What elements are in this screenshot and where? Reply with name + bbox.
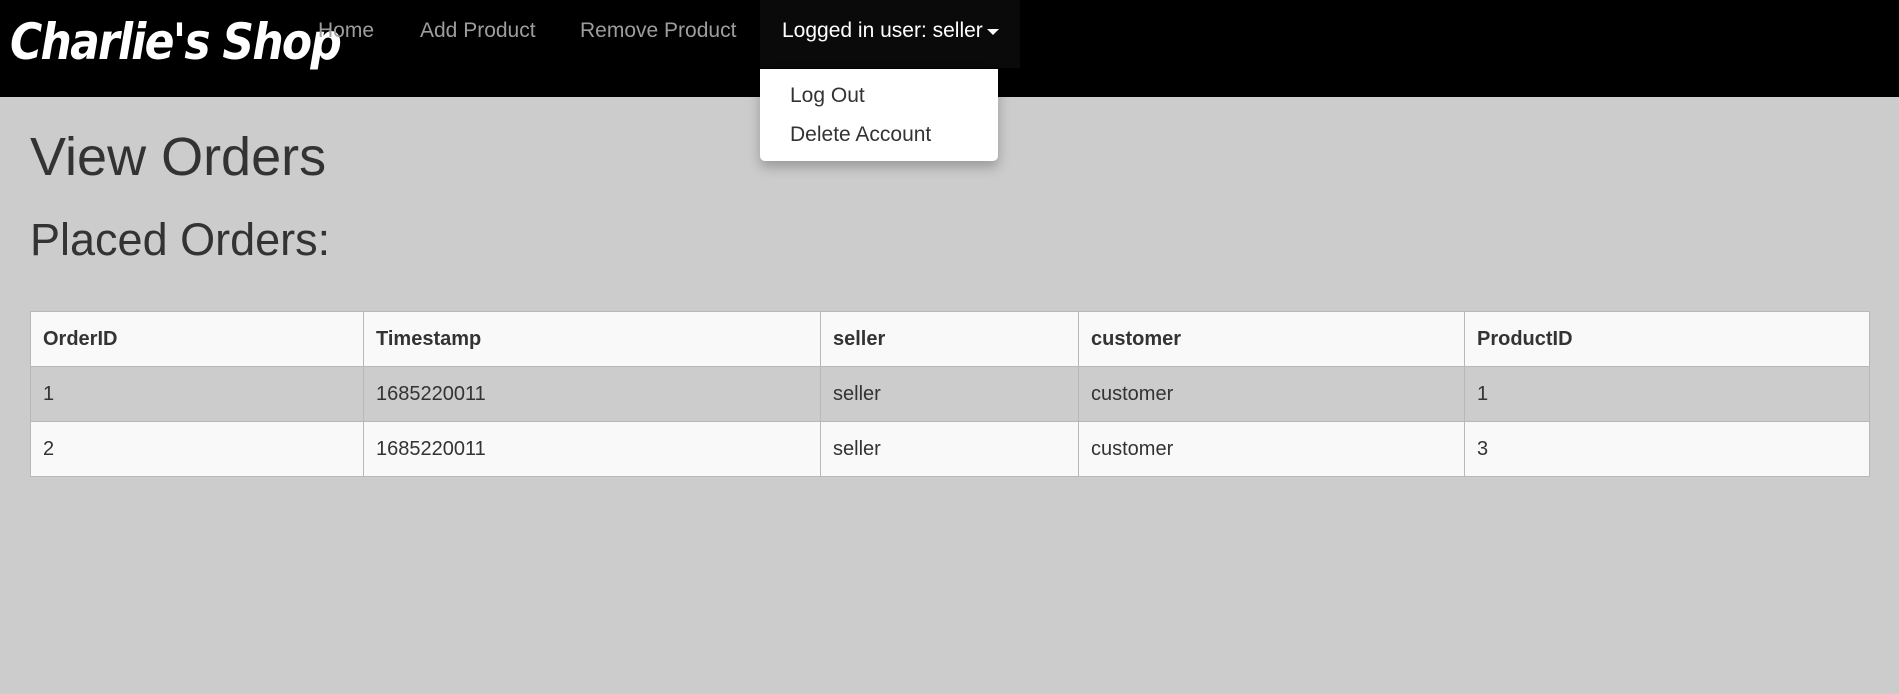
table-row: 2 1685220011 seller customer 3 xyxy=(30,421,1870,477)
header-orderid: OrderID xyxy=(30,311,364,367)
orders-table: OrderID Timestamp seller customer Produc… xyxy=(30,311,1870,477)
user-dropdown-menu: Log Out Delete Account xyxy=(760,69,998,161)
user-menu-label: Logged in user: seller xyxy=(782,19,983,42)
logout-menu-item[interactable]: Log Out xyxy=(790,81,865,111)
section-title: Placed Orders: xyxy=(30,214,331,265)
cell-customer: customer xyxy=(1078,421,1465,477)
caret-down-icon xyxy=(987,29,999,35)
cell-seller: seller xyxy=(820,421,1079,477)
brand-logo[interactable]: Charlie's Shop xyxy=(10,8,342,76)
nav-link-home[interactable]: Home xyxy=(318,0,374,62)
cell-timestamp: 1685220011 xyxy=(363,421,821,477)
header-timestamp: Timestamp xyxy=(363,311,821,367)
cell-seller: seller xyxy=(820,366,1079,422)
header-productid: ProductID xyxy=(1464,311,1870,367)
page-title: View Orders xyxy=(30,127,327,187)
cell-productid: 3 xyxy=(1464,421,1870,477)
cell-customer: customer xyxy=(1078,366,1465,422)
nav-link-add-product[interactable]: Add Product xyxy=(420,0,536,62)
header-seller: seller xyxy=(820,311,1079,367)
cell-productid: 1 xyxy=(1464,366,1870,422)
header-customer: customer xyxy=(1078,311,1465,367)
nav-link-remove-product[interactable]: Remove Product xyxy=(580,0,736,62)
cell-timestamp: 1685220011 xyxy=(363,366,821,422)
cell-orderid: 1 xyxy=(30,366,364,422)
delete-account-menu-item[interactable]: Delete Account xyxy=(790,120,931,150)
cell-orderid: 2 xyxy=(30,421,364,477)
table-row: 1 1685220011 seller customer 1 xyxy=(30,366,1870,422)
user-menu-toggle[interactable]: Logged in user: seller xyxy=(760,0,1020,68)
table-header-row: OrderID Timestamp seller customer Produc… xyxy=(30,311,1870,367)
